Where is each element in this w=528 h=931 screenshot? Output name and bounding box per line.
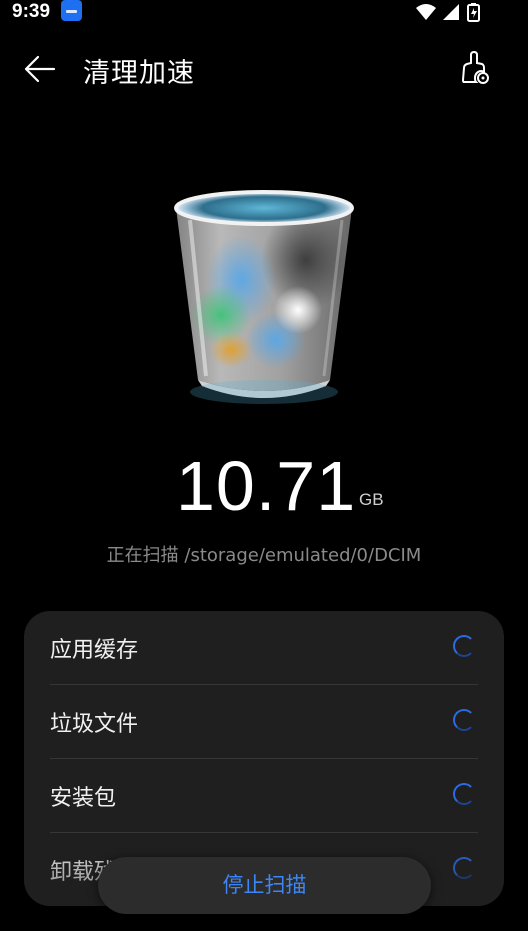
scan-status-text: 正在扫描 /storage/emulated/0/DCIM (106, 545, 422, 566)
loading-spinner-icon (453, 709, 475, 731)
scan-item-label: 应用缓存 (50, 638, 139, 663)
scan-size-unit: GB (359, 490, 384, 509)
app-bar: 清理加速 (0, 40, 528, 100)
wifi-icon (416, 4, 436, 20)
cleanup-settings-icon (461, 50, 489, 84)
scan-size-display: 10.71 GB (0, 440, 528, 530)
scan-item-label: 安装包 (50, 786, 117, 811)
scan-item-junk-files[interactable]: 垃圾文件 (50, 685, 478, 759)
status-time: 9:39 (12, 1, 51, 22)
scan-size-value: 10.71 (176, 447, 357, 525)
scan-item-app-cache[interactable]: 应用缓存 (50, 611, 478, 685)
status-bar: 9:39 (0, 0, 528, 26)
stop-scan-button[interactable]: 停止扫描 (98, 857, 431, 914)
signal-icon (443, 4, 459, 20)
battery-charging-icon (467, 3, 480, 22)
trash-can-icon (166, 180, 362, 408)
scan-item-install-packages[interactable]: 安装包 (50, 759, 478, 833)
cleanup-settings-button[interactable] (456, 50, 496, 90)
loading-spinner-icon (453, 635, 475, 657)
scan-item-label: 垃圾文件 (50, 712, 139, 737)
status-icons (414, 2, 490, 22)
page-title: 清理加速 (83, 58, 195, 89)
loading-spinner-icon (453, 857, 475, 879)
arrow-left-icon (24, 55, 56, 83)
back-button[interactable] (22, 53, 58, 85)
app-notification-icon (61, 0, 82, 21)
loading-spinner-icon (453, 783, 475, 805)
